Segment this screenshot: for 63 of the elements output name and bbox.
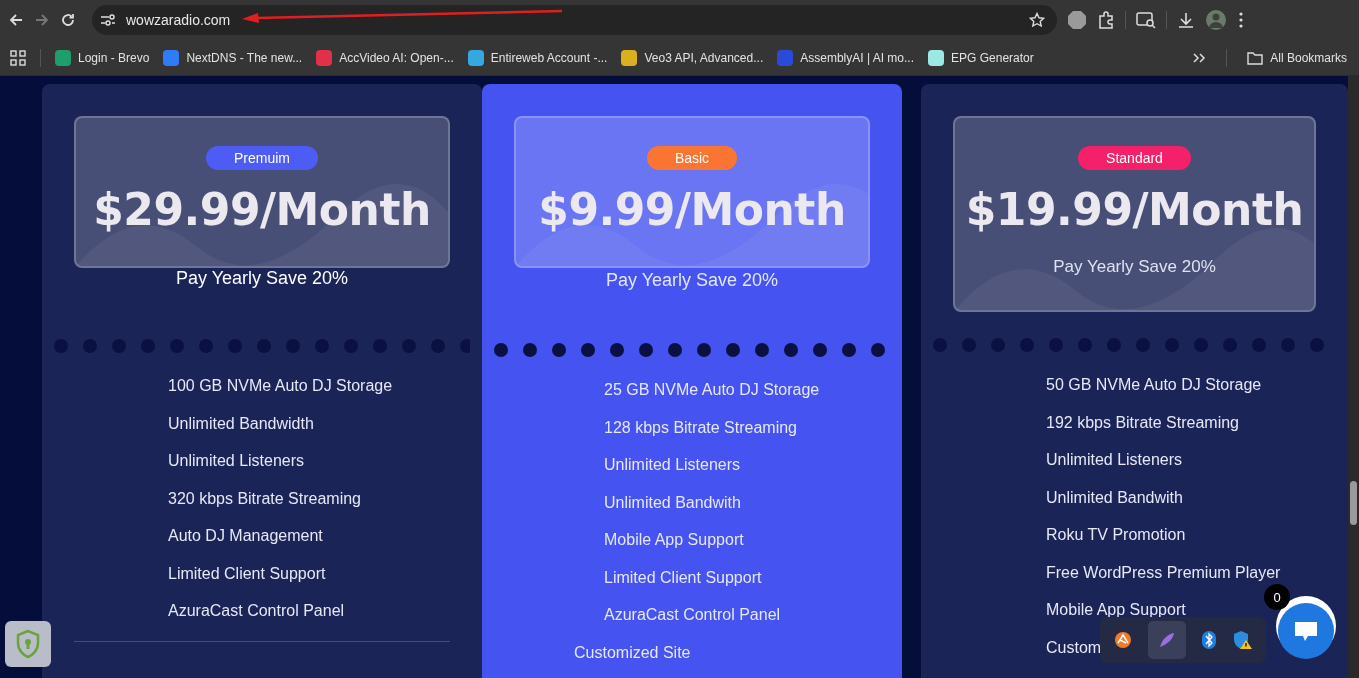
yearly-discount-note: Pay Yearly Save 20%	[1053, 257, 1216, 277]
url-text: wowzaradio.com	[126, 12, 231, 28]
feature-item: 192 kbps Bitrate Streaming	[1046, 413, 1239, 433]
feature-item: Unlimited Listeners	[168, 452, 305, 471]
tab-search-icon[interactable]	[1136, 11, 1156, 29]
bookmark-star-icon[interactable]	[1029, 12, 1045, 28]
feature-item: 128 kbps Bitrate Streaming	[604, 418, 797, 438]
feature-item: Roku TV Promotion	[1046, 526, 1186, 545]
bookmark-link[interactable]: AccVideo AI: Open-...	[316, 49, 454, 66]
feature-item: Auto DJ Management	[168, 527, 323, 546]
feature-item: Limited Client Support	[604, 568, 762, 588]
scrollbar-thumb[interactable]	[1350, 481, 1357, 525]
yearly-discount-note: Pay Yearly Save 20%	[174, 268, 350, 289]
bookmark-link[interactable]: Entireweb Account -...	[467, 49, 608, 66]
yearly-discount-note: Pay Yearly Save 20%	[604, 270, 780, 291]
feature-item: Limited Client Support	[168, 564, 326, 584]
bookmark-link[interactable]: Login - Brevo	[55, 49, 150, 66]
feature-item: 50 GB NVMe Auto DJ Storage	[1046, 376, 1262, 395]
plan-badge: Basic	[646, 146, 738, 170]
address-bar[interactable]: wowzaradio.com	[92, 5, 1057, 35]
security-warning-icon[interactable]	[1232, 630, 1252, 650]
feature-item: Unlimited Bandwidth	[168, 414, 314, 434]
bookmark-link[interactable]: EPG Generator	[928, 49, 1034, 66]
profile-avatar-icon[interactable]	[1205, 9, 1227, 31]
feature-item: 25 GB NVMe Auto DJ Storage	[604, 381, 820, 400]
folder-icon	[1247, 50, 1264, 65]
plan-price: $29.99/Month	[93, 184, 431, 235]
menu-icon[interactable]	[1237, 11, 1245, 29]
shield-lock-icon	[15, 629, 41, 659]
feature-item: Unlimited Listeners	[1046, 451, 1183, 470]
bookmark-link[interactable]: Veo3 API, Advanced...	[621, 49, 764, 66]
all-bookmarks-button[interactable]: All Bookmarks	[1247, 50, 1347, 65]
feature-item: Mobile App Support	[604, 531, 744, 550]
site-settings-icon[interactable]	[100, 13, 116, 27]
bluetooth-icon[interactable]	[1202, 631, 1216, 649]
apps-grid-icon[interactable]	[10, 49, 26, 66]
reload-icon[interactable]	[60, 12, 76, 28]
chat-bubble-icon	[1293, 619, 1319, 643]
feature-item: 320 kbps Bitrate Streaming	[168, 489, 361, 509]
feature-item: Unlimited Bandwith	[604, 493, 741, 513]
feature-item: Unlimited Bandwith	[1046, 488, 1183, 508]
plan-badge: Standard	[1078, 146, 1191, 170]
feature-item: Custom	[1046, 638, 1102, 658]
feature-item: AzuraCast Control Panel	[604, 606, 781, 625]
app-icon[interactable]	[1114, 631, 1132, 649]
bookmark-link[interactable]: AssemblyAI | AI mo...	[777, 49, 915, 66]
forward-icon[interactable]	[34, 12, 50, 28]
chevron-more-icon[interactable]	[1192, 51, 1207, 64]
back-icon[interactable]	[8, 12, 24, 28]
feature-item: Customized Site	[574, 643, 691, 662]
plan-price: $19.99/Month	[965, 184, 1304, 235]
feature-item: AzuraCast Control Panel	[168, 602, 345, 621]
download-icon[interactable]	[1177, 11, 1195, 29]
feature-item: Unlimited Listeners	[604, 456, 741, 475]
feather-icon[interactable]	[1158, 631, 1176, 649]
plan-price: $9.99/Month	[538, 184, 846, 235]
bookmark-link[interactable]: NextDNS - The new...	[163, 49, 303, 66]
feature-item: Mobile App Support	[1046, 601, 1186, 620]
plan-badge: Premuim	[206, 146, 318, 170]
adblock-icon[interactable]	[1067, 10, 1087, 30]
feature-item: 100 GB NVMe Auto DJ Storage	[168, 377, 393, 396]
feature-item: Free WordPress Premium Player	[1046, 563, 1281, 583]
extensions-icon[interactable]	[1097, 11, 1115, 29]
